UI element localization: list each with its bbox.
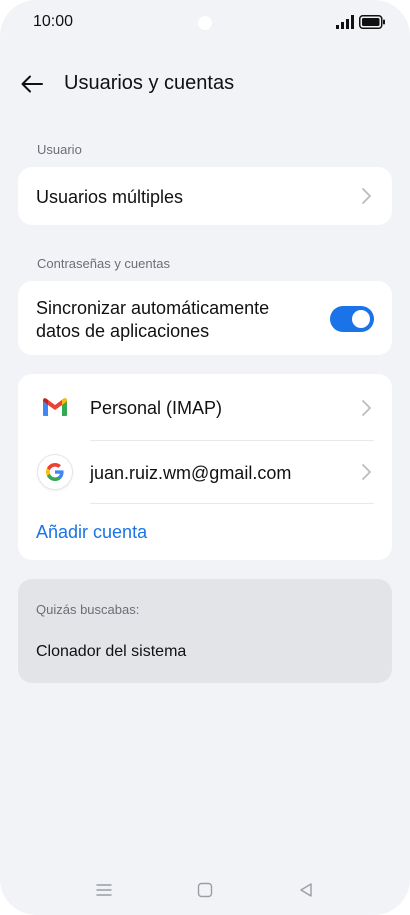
page-title: Usuarios y cuentas [64, 72, 235, 94]
recents-button[interactable] [94, 880, 114, 900]
suggestion-item[interactable]: Clonador del sistema [36, 643, 186, 661]
account-label: Personal (IMAP) [90, 398, 223, 418]
multi-users-label: Usuarios múltiples [36, 187, 184, 207]
add-account-button[interactable]: Añadir cuenta [36, 522, 147, 543]
sync-card: Sincronizar automáticamente datos de apl… [18, 281, 392, 355]
back-arrow-icon [21, 75, 43, 93]
suggestions-card: Quizás buscabas: Clonador del sistema [18, 579, 392, 683]
accounts-card: Personal (IMAP) juan.ruiz.wm@gmail.com A… [18, 374, 392, 560]
camera-cutout [198, 16, 212, 30]
google-icon [38, 455, 72, 489]
suggestions-label: Quizás buscabas: [36, 602, 140, 617]
phone-screen: 10:00 Usuarios y cuentas Usuario Usuario… [0, 0, 410, 915]
header: Usuarios y cuentas [0, 60, 410, 106]
account-row[interactable]: Personal (IMAP) [18, 374, 392, 440]
chevron-right-icon [362, 188, 371, 204]
signal-icon [336, 15, 354, 29]
back-button[interactable] [16, 68, 48, 100]
gmail-icon [38, 390, 72, 424]
menu-icon [96, 884, 112, 896]
section-label-user: Usuario [37, 142, 82, 157]
home-button[interactable] [195, 880, 215, 900]
toggle-knob [352, 310, 370, 328]
section-label-accounts: Contraseñas y cuentas [37, 256, 170, 271]
divider [90, 503, 374, 504]
account-label: juan.ruiz.wm@gmail.com [90, 463, 292, 483]
users-card: Usuarios múltiples [18, 167, 392, 225]
auto-sync-toggle[interactable] [330, 306, 374, 332]
status-bar: 10:00 [0, 0, 410, 46]
square-icon [197, 882, 213, 898]
multi-users-row[interactable]: Usuarios múltiples [18, 167, 392, 225]
back-nav-button[interactable] [296, 880, 316, 900]
status-time: 10:00 [33, 13, 74, 30]
chevron-right-icon [362, 400, 371, 416]
auto-sync-label: Sincronizar automáticamente datos de apl… [36, 298, 270, 341]
chevron-right-icon [362, 464, 371, 480]
triangle-back-icon [300, 883, 312, 897]
battery-icon [359, 15, 385, 29]
navigation-bar [0, 870, 410, 910]
account-row[interactable]: juan.ruiz.wm@gmail.com [18, 441, 392, 504]
